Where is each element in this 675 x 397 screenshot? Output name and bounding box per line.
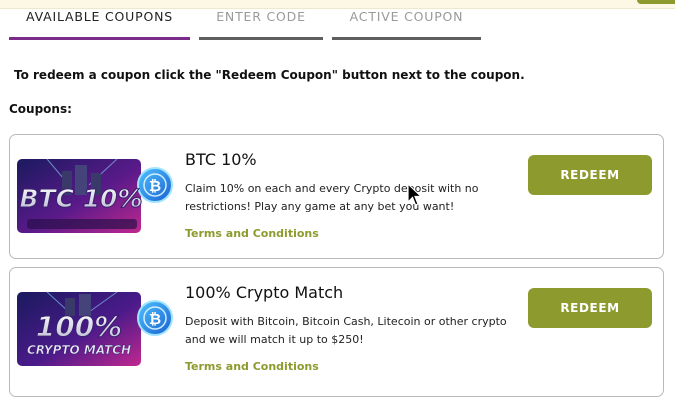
coupon-title: BTC 10% bbox=[185, 150, 257, 169]
terms-and-conditions-link[interactable]: Terms and Conditions bbox=[185, 360, 319, 373]
tab-underline bbox=[332, 37, 481, 40]
coupon-card: ₿ 100% CRYPTO MATCH 100% Crypto Match De… bbox=[9, 267, 664, 397]
bitcoin-coin-icon: ₿ bbox=[149, 177, 161, 195]
tab-enter-code-label: ENTER CODE bbox=[216, 9, 306, 24]
tab-active-coupon[interactable]: ACTIVE COUPON bbox=[332, 10, 481, 40]
tab-active-underline bbox=[9, 37, 190, 40]
coupon-description: Claim 10% on each and every Crypto depos… bbox=[185, 182, 479, 213]
bitcoin-coin-icon: ₿ bbox=[149, 310, 161, 328]
tab-enter-code[interactable]: ENTER CODE bbox=[199, 10, 323, 40]
crypto-match-image-subtext: CRYPTO MATCH bbox=[27, 343, 131, 357]
tab-available-coupons-label: AVAILABLE COUPONS bbox=[26, 9, 173, 24]
crypto-match-image-text: 100% bbox=[36, 310, 123, 343]
coupon-card: ₿ BTC 10% BTC 10% Claim 10% on each and … bbox=[9, 134, 664, 259]
tab-available-coupons[interactable]: AVAILABLE COUPONS bbox=[9, 10, 190, 40]
coupon-description: Deposit with Bitcoin, Bitcoin Cash, Lite… bbox=[185, 315, 507, 346]
redeem-button[interactable]: REDEEM bbox=[528, 288, 652, 328]
redeem-button[interactable]: REDEEM bbox=[528, 155, 652, 195]
coupon-tabs: AVAILABLE COUPONS ENTER CODE ACTIVE COUP… bbox=[0, 0, 675, 42]
redeem-instructions: To redeem a coupon click the "Redeem Cou… bbox=[14, 68, 525, 82]
btc-10-coupon-image: ₿ BTC 10% bbox=[17, 158, 173, 233]
tab-underline bbox=[199, 37, 323, 40]
terms-and-conditions-link[interactable]: Terms and Conditions bbox=[185, 227, 319, 240]
crypto-match-coupon-image: ₿ 100% CRYPTO MATCH bbox=[17, 291, 173, 366]
mouse-pointer-icon bbox=[407, 183, 423, 206]
btc-10-image-text: BTC 10% bbox=[20, 184, 143, 213]
tab-active-coupon-label: ACTIVE COUPON bbox=[349, 9, 464, 24]
coupon-title: 100% Crypto Match bbox=[185, 283, 344, 302]
coupons-heading: Coupons: bbox=[9, 102, 72, 116]
